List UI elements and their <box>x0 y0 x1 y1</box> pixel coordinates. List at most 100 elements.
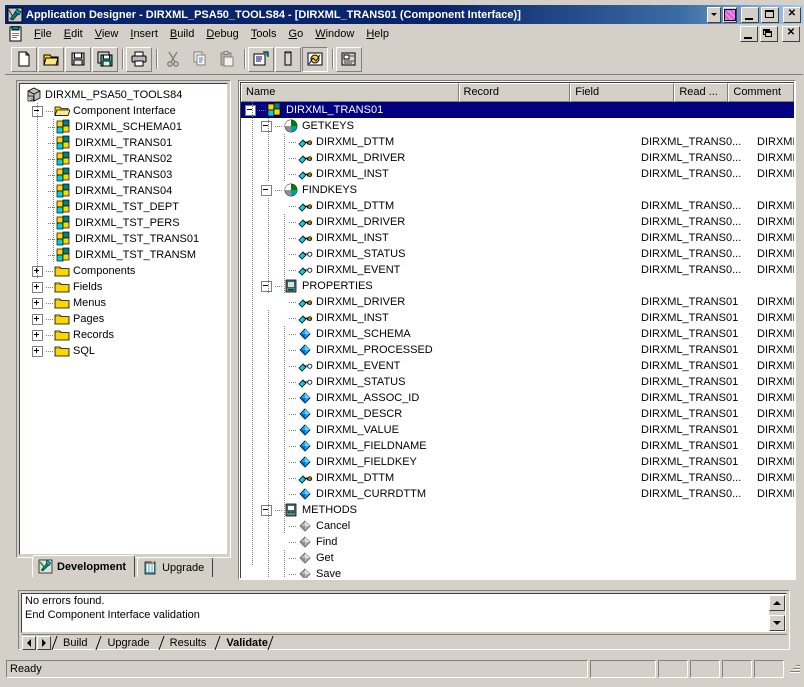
menu-view[interactable]: View <box>89 26 125 42</box>
table-row[interactable]: Find <box>241 534 794 550</box>
document-icon[interactable] <box>8 26 24 42</box>
scroll-down-button[interactable] <box>769 615 785 631</box>
column-header-field[interactable]: Field <box>570 83 674 102</box>
table-row[interactable]: DIRXML_FIELDNAMEDIRXML_TRANS01DIRXML_FIE… <box>241 438 794 454</box>
table-row[interactable]: DIRXML_INSTDIRXML_TRANS0...DIRXML_INST <box>241 166 794 182</box>
project-properties-icon[interactable] <box>248 47 274 72</box>
table-row[interactable]: DIRXML_DRIVERDIRXML_TRANS0...DIRXML_DRIV… <box>241 214 794 230</box>
table-row[interactable]: DIRXML_EVENTDIRXML_TRANS0...DIRXML_EVENT <box>241 262 794 278</box>
output-vertical-scrollbar[interactable] <box>769 595 785 631</box>
mdi-system-menu-icon[interactable] <box>707 7 721 23</box>
tree-item-dirxml-tst-dept[interactable]: DIRXML_TST_DEPT <box>20 199 227 215</box>
scroll-up-button[interactable] <box>769 595 785 611</box>
table-row[interactable]: Cancel <box>241 518 794 534</box>
output-tab-build[interactable]: Build <box>52 636 96 650</box>
column-header-read-[interactable]: Read ... <box>674 83 728 102</box>
new-icon[interactable] <box>11 47 37 72</box>
column-header-record[interactable]: Record <box>459 83 571 102</box>
table-row[interactable]: DIRXML_INSTDIRXML_TRANS01DIRXML_INSTY <box>241 310 794 326</box>
open-folder-icon[interactable] <box>38 47 64 72</box>
menu-debug[interactable]: Debug <box>200 26 244 42</box>
tree-item-pages[interactable]: Pages <box>20 311 227 327</box>
tree-item-dirxml-trans01[interactable]: DIRXML_TRANS01 <box>20 135 227 151</box>
table-row[interactable]: DIRXML_VALUEDIRXML_TRANS01DIRXML_VALUEY <box>241 422 794 438</box>
table-row[interactable]: DIRXML_DTTMDIRXML_TRANS0...DIRXML_DTTM..… <box>241 134 794 150</box>
output-tab-validate[interactable]: Validate <box>215 636 277 650</box>
table-row[interactable]: DIRXML_DRIVERDIRXML_TRANS01DIRXML_DRIVER… <box>241 294 794 310</box>
column-header-comment[interactable]: Comment <box>728 83 794 102</box>
maximize-button[interactable] <box>761 7 779 23</box>
tree-item-records[interactable]: Records <box>20 327 227 343</box>
pslist-icon[interactable] <box>336 47 362 72</box>
tree-item-sql[interactable]: SQL <box>20 343 227 359</box>
list-rows[interactable]: DIRXML_TRANS01GETKEYSDIRXML_DTTMDIRXML_T… <box>241 102 794 578</box>
tree-item-dirxml-trans04[interactable]: DIRXML_TRANS04 <box>20 183 227 199</box>
view-definition-icon[interactable] <box>302 47 328 72</box>
tree-item-root[interactable]: SDIRXML_PSA50_TOOLS84 <box>20 87 227 103</box>
expand-icon[interactable] <box>32 282 43 293</box>
table-row[interactable]: DIRXML_EVENTDIRXML_TRANS01DIRXML_EVENTY <box>241 358 794 374</box>
paste-icon[interactable] <box>214 47 240 72</box>
tab-scroll-left-button[interactable] <box>22 636 36 650</box>
menu-go[interactable]: Go <box>283 26 310 42</box>
collapse-icon[interactable] <box>261 281 272 292</box>
table-row[interactable]: DIRXML_DESCRDIRXML_TRANS01DIRXML_DESCR <box>241 406 794 422</box>
table-row[interactable]: PROPERTIES <box>241 278 794 294</box>
tree-item-dirxml-trans03[interactable]: DIRXML_TRANS03 <box>20 167 227 183</box>
table-row[interactable]: DIRXML_STATUSDIRXML_TRANS01DIRXML_STATUS <box>241 374 794 390</box>
output-tab-upgrade[interactable]: Upgrade <box>96 636 158 650</box>
table-row[interactable]: GETKEYS <box>241 118 794 134</box>
menu-tools[interactable]: Tools <box>245 26 283 42</box>
table-row[interactable]: DIRXML_INSTDIRXML_TRANS0...DIRXML_INST <box>241 230 794 246</box>
collapse-icon[interactable] <box>261 121 272 132</box>
mdi-restore-button[interactable] <box>760 26 778 42</box>
tab-development[interactable]: Development <box>32 555 135 577</box>
tree-item-dirxml-trans02[interactable]: DIRXML_TRANS02 <box>20 151 227 167</box>
mdi-minimize-button[interactable] <box>740 26 758 42</box>
table-row[interactable]: METHODS <box>241 502 794 518</box>
tree-item-dirxml-schema01[interactable]: DIRXML_SCHEMA01 <box>20 119 227 135</box>
tree-item-components[interactable]: Components <box>20 263 227 279</box>
table-row[interactable]: DIRXML_STATUSDIRXML_TRANS0...DIRXML_STAT… <box>241 246 794 262</box>
tab-scroll-right-button[interactable] <box>37 636 51 650</box>
menu-file[interactable]: File <box>28 26 58 42</box>
table-row[interactable]: DIRXML_SCHEMADIRXML_TRANS01DIRXML_SCHE..… <box>241 326 794 342</box>
table-row[interactable]: Save <box>241 566 794 578</box>
column-header-name[interactable]: Name <box>241 83 459 102</box>
tree-item-component-interface[interactable]: Component Interface <box>20 103 227 119</box>
expand-icon[interactable] <box>32 330 43 341</box>
copy-icon[interactable] <box>187 47 213 72</box>
tree-item-menus[interactable]: Menus <box>20 295 227 311</box>
table-row[interactable]: DIRXML_TRANS01 <box>241 102 794 118</box>
table-row[interactable]: DIRXML_ASSOC_IDDIRXML_TRANS01DIRXML_ASSO… <box>241 390 794 406</box>
tree-item-dirxml-tst-pers[interactable]: DIRXML_TST_PERS <box>20 215 227 231</box>
mdi-child-icon[interactable] <box>723 7 737 23</box>
close-button[interactable]: ✕ <box>783 7 801 23</box>
collapse-icon[interactable] <box>245 105 256 116</box>
menu-help[interactable]: Help <box>360 26 395 42</box>
table-row[interactable]: DIRXML_PROCESSEDDIRXML_TRANS01DIRXML_PRO… <box>241 342 794 358</box>
table-row[interactable]: DIRXML_DTTMDIRXML_TRANS0...DIRXML_DTTM..… <box>241 470 794 486</box>
save-icon[interactable] <box>65 47 91 72</box>
print-icon[interactable] <box>126 47 152 72</box>
output-text-area[interactable]: No errors found. End Component Interface… <box>21 593 787 633</box>
table-row[interactable]: DIRXML_CURRDTTMDIRXML_TRANS0...DIRXML_CU… <box>241 486 794 502</box>
cut-icon[interactable] <box>160 47 186 72</box>
tree-item-dirxml-tst-trans01[interactable]: DIRXML_TST_TRANS01 <box>20 231 227 247</box>
menu-edit[interactable]: Edit <box>58 26 89 42</box>
expand-icon[interactable] <box>32 298 43 309</box>
table-row[interactable]: DIRXML_DTTMDIRXML_TRANS0...DIRXML_DTTM..… <box>241 198 794 214</box>
collapse-icon[interactable] <box>261 185 272 196</box>
table-row[interactable]: FINDKEYS <box>241 182 794 198</box>
menu-build[interactable]: Build <box>164 26 200 42</box>
table-row[interactable]: DIRXML_FIELDKEYDIRXML_TRANS01DIRXML_FIEL… <box>241 454 794 470</box>
resize-grip[interactable] <box>787 662 801 676</box>
expand-icon[interactable] <box>32 346 43 357</box>
table-row[interactable]: DIRXML_DRIVERDIRXML_TRANS0...DIRXML_DRIV… <box>241 150 794 166</box>
tab-upgrade[interactable]: Upgrade <box>137 557 213 577</box>
table-row[interactable]: Get <box>241 550 794 566</box>
project-tree[interactable]: SDIRXML_PSA50_TOOLS84Component Interface… <box>19 83 228 555</box>
tree-item-dirxml-tst-transm[interactable]: DIRXML_TST_TRANSM <box>20 247 227 263</box>
menu-window[interactable]: Window <box>309 26 360 42</box>
mdi-close-button[interactable]: ✕ <box>782 26 800 42</box>
